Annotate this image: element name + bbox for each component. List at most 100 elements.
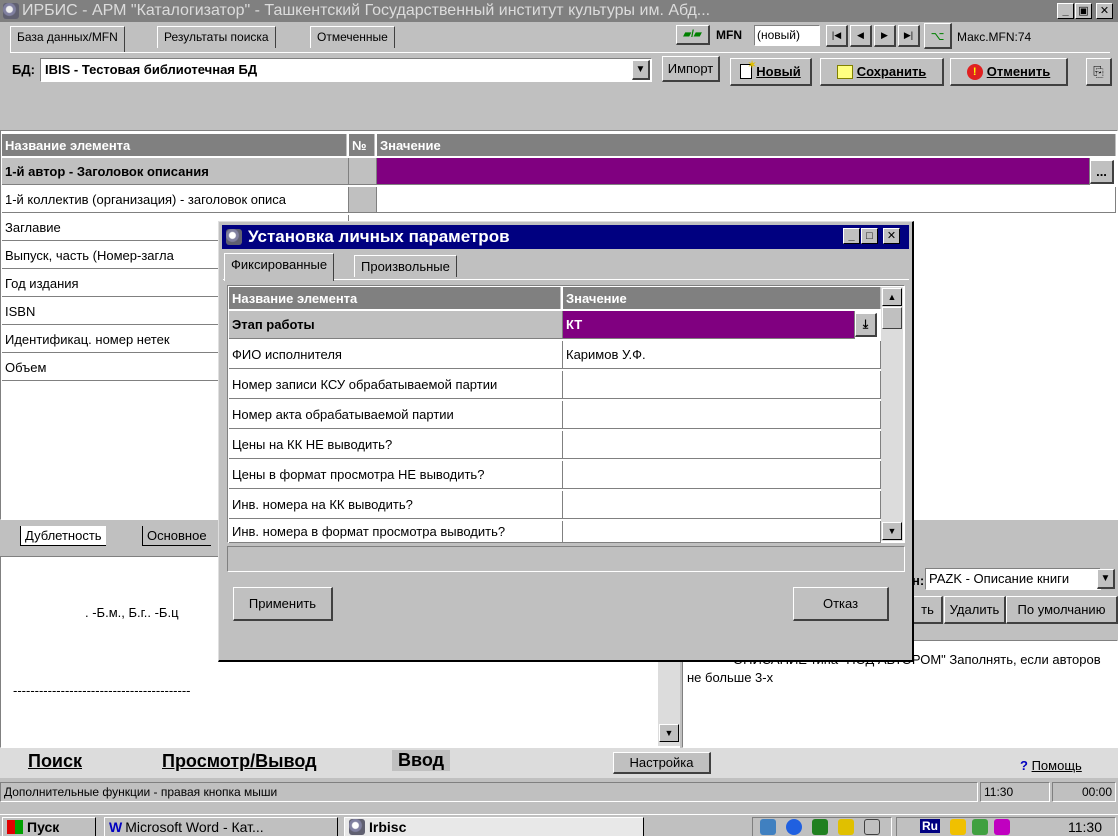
chevron-down-icon: ▼ [1100,573,1111,584]
tab-database-mfn[interactable]: База данных/MFN [10,26,125,52]
status-time: 11:30 [980,782,1050,802]
window-title-bar[interactable]: ИРБИС - АРМ "Каталогизатор" - Ташкентски… [0,0,1118,22]
tray-app-icon[interactable] [994,819,1010,835]
minimize-button[interactable]: _ [1057,3,1074,19]
dialog-row-name[interactable]: Этап работы [229,311,563,339]
save-button[interactable]: Сохранить [820,58,944,86]
copy-button[interactable]: ⎘ [1086,58,1112,86]
dialog-scroll-up[interactable]: ▲ [882,288,902,306]
preview-dashes: ----------------------------------------… [13,683,191,698]
drive-icon[interactable] [864,819,880,835]
tab-label: База данных/MFN [17,30,118,44]
dialog-row-name[interactable]: Цены в формат просмотра НЕ выводить? [229,461,563,489]
dialog-scroll-thumb[interactable] [882,307,902,329]
dialog-minimize-button[interactable]: _ [843,228,860,244]
dialog-row-value-selected[interactable]: КТ [563,311,855,339]
new-record-button[interactable]: ✶ Новый [730,58,812,86]
record-tree-icon: ⌥ [930,28,945,43]
record-tree-button[interactable]: ⌥ [924,23,952,49]
minimize-icon: _ [848,229,855,242]
nav-prev-button[interactable]: ◀ [850,25,872,47]
switch-icon-button[interactable]: ▰/▰ [676,25,710,45]
personal-settings-dialog: Установка личных параметров _ □ ✕ Фиксир… [218,221,914,662]
dialog-scroll-down[interactable]: ▼ [882,522,902,540]
dialog-title: Установка личных параметров [248,227,510,246]
grid-row-no[interactable] [349,158,377,185]
dialog-close-button[interactable]: ✕ [883,228,900,244]
mode-tab-search[interactable]: Поиск [28,751,82,772]
tab-duplicates[interactable]: Дублетность [20,526,106,546]
dialog-cancel-button[interactable]: Отказ [793,587,889,621]
new-doc-icon: ✶ [740,60,756,79]
desktop-icon[interactable] [760,819,776,835]
arrow-up-icon: ▲ [887,292,897,302]
db-select-dropdown[interactable]: ▼ [632,60,650,80]
dialog-row-value[interactable] [563,491,881,519]
dialog-row-name[interactable]: Номер записи КСУ обрабатываемой партии [229,371,563,399]
task-word[interactable]: W Microsoft Word - Кат... [104,817,338,836]
dialog-row-value[interactable] [563,461,881,489]
dialog-row-name[interactable]: ФИО исполнителя [229,341,563,369]
nav-last-button[interactable]: ▶| [898,25,920,47]
help-link[interactable]: ? Помощь [1020,758,1082,773]
dialog-maximize-button[interactable]: □ [861,228,878,244]
max-mfn-label: Макс.MFN:74 [957,30,1032,44]
volume-icon[interactable] [950,819,966,835]
arrow-down-icon: ▼ [887,526,897,536]
settings-button[interactable]: Настройка [613,752,711,774]
nav-next-button[interactable]: ▶ [874,25,896,47]
nav-first-button[interactable]: |◀ [826,25,848,47]
db-select[interactable]: IBIS - Тестовая библиотечная БД [40,58,652,82]
format-dropdown[interactable]: ▼ [1097,569,1115,589]
dialog-row-name[interactable]: Цены на КК НЕ выводить? [229,431,563,459]
dialog-row-value[interactable] [563,431,881,459]
dialog-row-name[interactable]: Номер акта обрабатываемой партии [229,401,563,429]
ie-icon[interactable] [786,819,802,835]
dialog-row-value[interactable] [563,521,881,543]
edit-icon[interactable] [838,819,854,835]
ellipsis-button[interactable]: ... [1090,160,1114,184]
grid-row-value-selected[interactable] [377,158,1090,185]
create-button[interactable]: ть [913,596,943,624]
close-button[interactable]: ✕ [1096,3,1113,19]
dialog-row-value[interactable]: Каримов У.Ф. [563,341,881,369]
stage-dropdown-button[interactable]: ⤓ [855,313,877,337]
tab-marked[interactable]: Отмеченные [310,26,395,48]
maximize-button[interactable]: ▣ [1075,3,1092,19]
last-icon: ▶| [903,30,914,40]
task-irbis[interactable]: Irbisc [344,817,644,836]
mode-tab-view[interactable]: Просмотр/Вывод [162,751,317,772]
grid-header-no: № [349,134,375,156]
delete-button[interactable]: Удалить [944,596,1006,624]
dialog-tab-fixed[interactable]: Фиксированные [224,253,335,281]
arrow-down-icon: ⤓ [862,317,869,331]
irbis-app-icon [3,3,19,19]
format-select[interactable]: PAZK - Описание книги [925,568,1101,590]
dialog-row-value[interactable] [563,371,881,399]
grid-row-value[interactable] [377,187,1116,213]
tab-main[interactable]: Основное [142,526,211,546]
grid-row-label[interactable]: 1-й коллектив (организация) - заголовок … [2,187,349,213]
close-icon: ✕ [886,229,897,242]
dialog-row-name[interactable]: Инв. номера в формат просмотра выводить? [229,521,563,543]
default-button[interactable]: По умолчанию [1006,596,1118,624]
network-icon[interactable] [972,819,988,835]
mode-tab-input[interactable]: Ввод [392,750,451,771]
taskbar: Пуск W Microsoft Word - Кат... Irbisc Ru… [0,814,1118,836]
grid-row-no[interactable] [349,187,377,213]
cancel-button[interactable]: ! Отменить [950,58,1068,86]
start-button[interactable]: Пуск [2,817,96,836]
mfn-input[interactable]: (новый) [754,25,820,46]
mode-tab-label: Поиск [28,751,83,771]
grid-row-label[interactable]: 1-й автор - Заголовок описания [2,158,349,185]
import-button[interactable]: Импорт [662,56,720,82]
dialog-title-bar[interactable]: Установка личных параметров [222,225,909,249]
dialog-row-value[interactable] [563,401,881,429]
dialog-tab-custom[interactable]: Произвольные [354,255,457,277]
tab-search-results[interactable]: Результаты поиска [157,26,276,48]
lang-indicator[interactable]: Ru [920,819,940,833]
channels-icon[interactable] [812,819,828,835]
apply-button[interactable]: Применить [233,587,333,621]
dialog-row-name[interactable]: Инв. номера на КК выводить? [229,491,563,519]
preview-scroll-down[interactable]: ▼ [659,724,679,742]
